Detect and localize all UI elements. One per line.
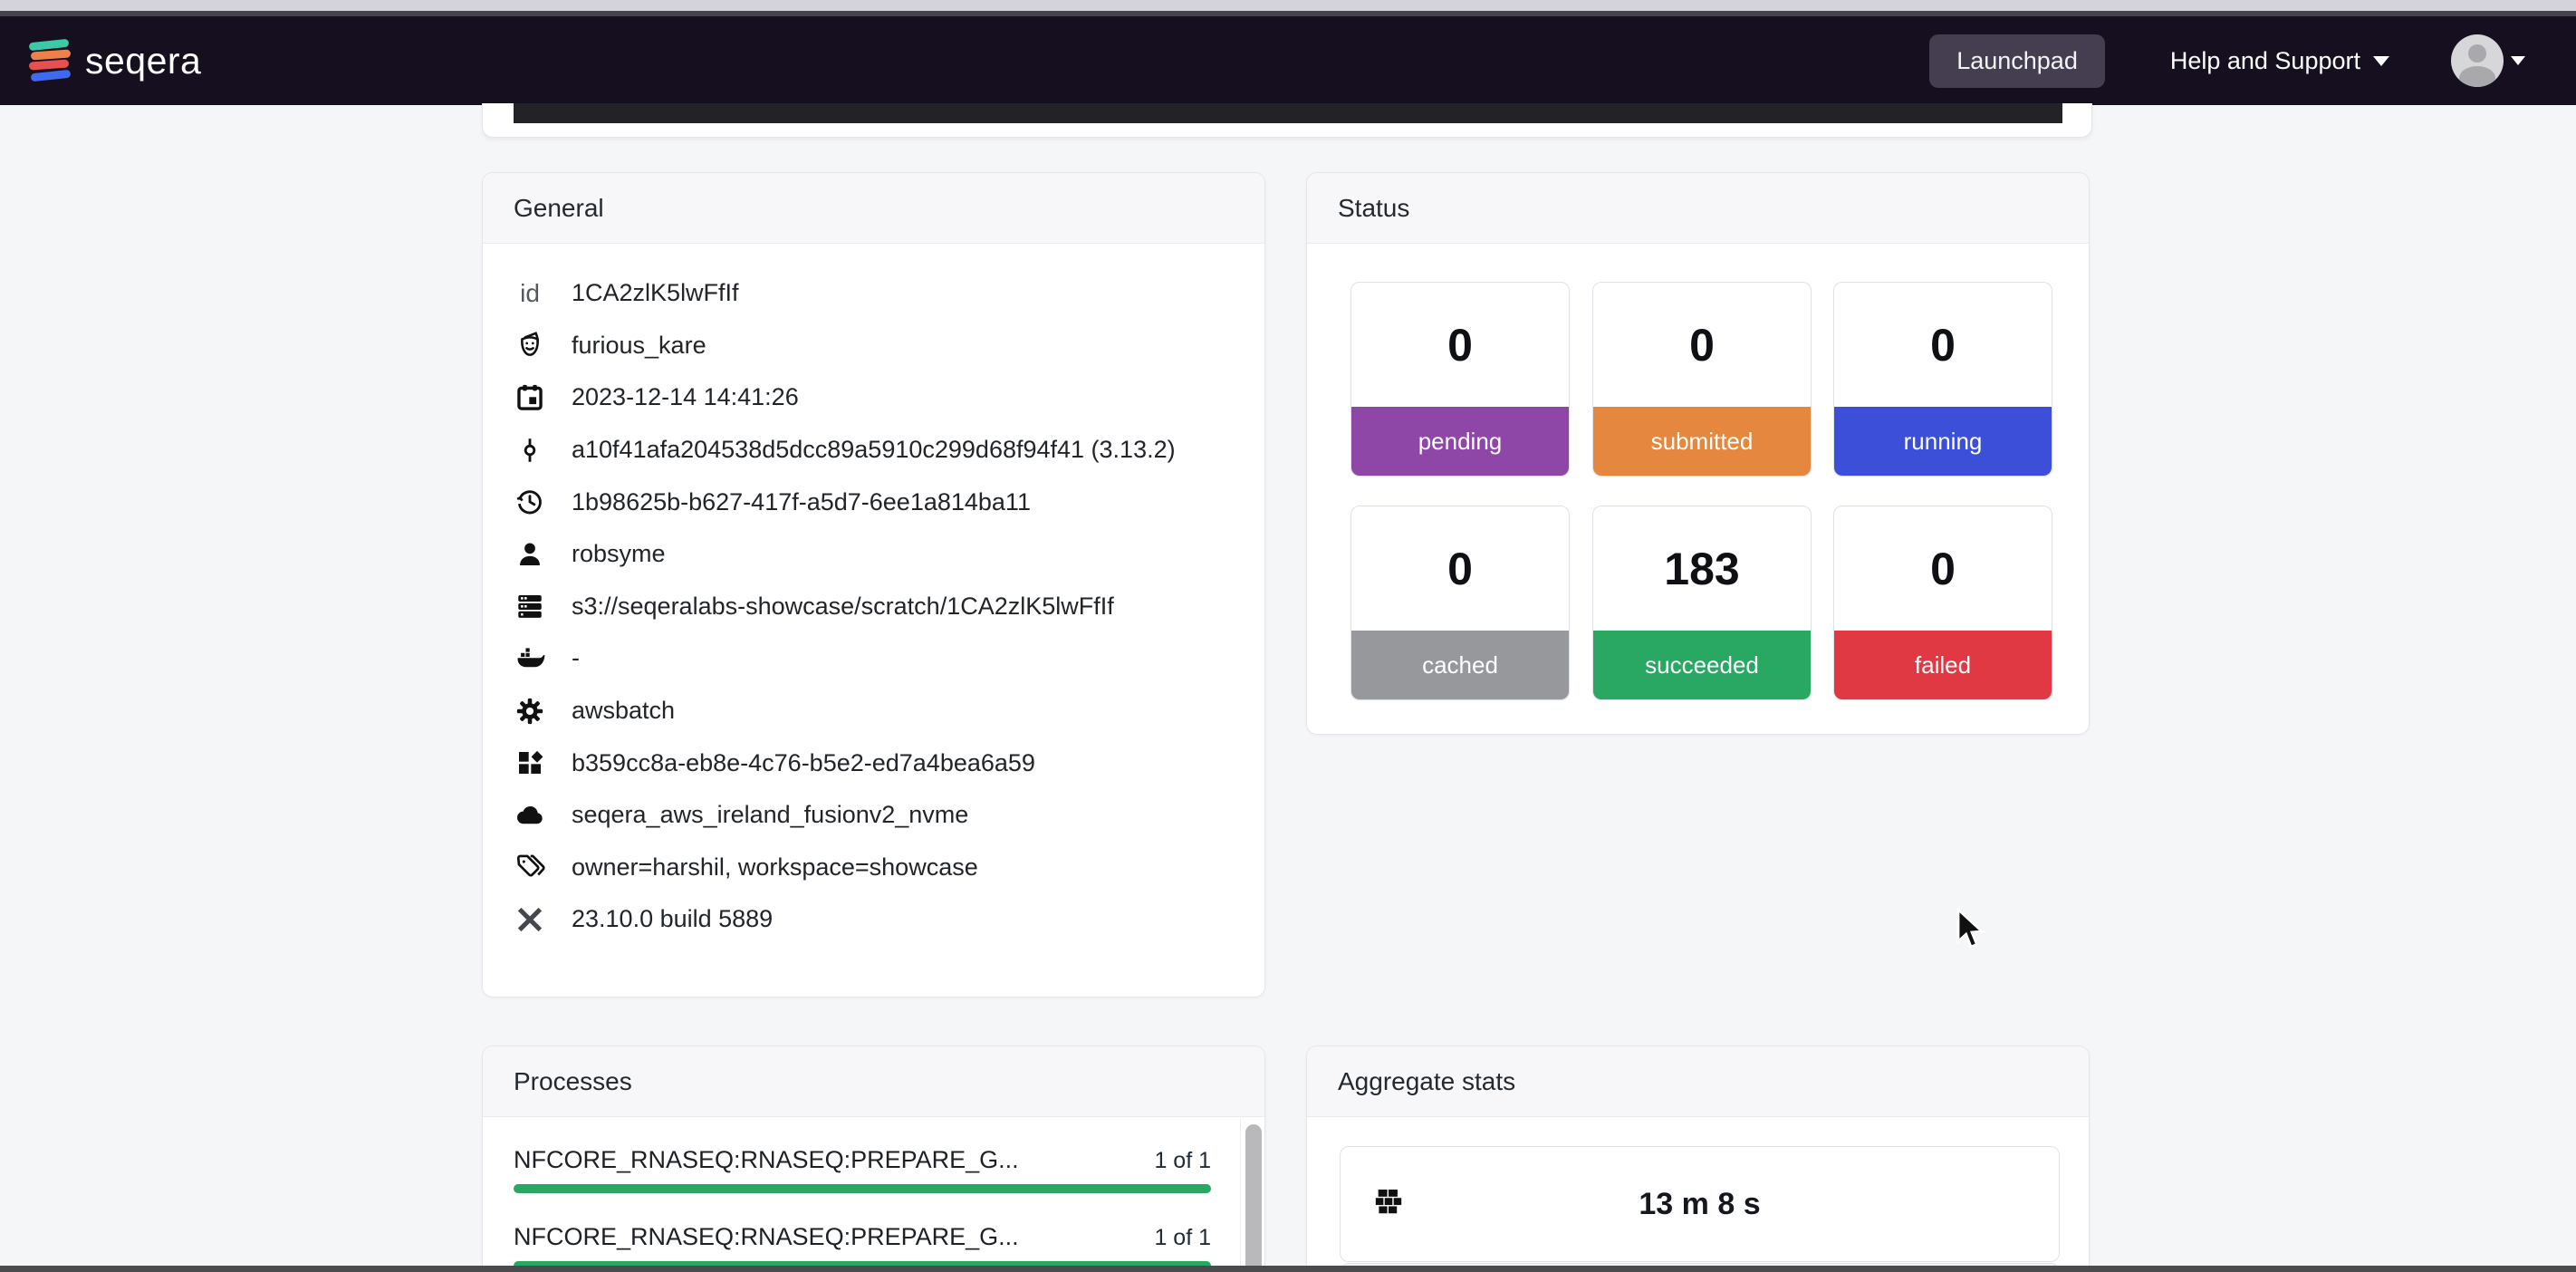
executor-value: awsbatch: [572, 697, 675, 725]
running-count: 0: [1834, 283, 2052, 407]
calendar-icon: [514, 382, 546, 413]
container-value: -: [572, 644, 580, 672]
general-row-workdir: s3://seqeralabs-showcase/scratch/1CA2zlK…: [483, 581, 1264, 633]
status-tile-running[interactable]: 0 running: [1833, 282, 2052, 477]
process-name: NFCORE_RNASEQ:RNASEQ:PREPARE_G...: [514, 1223, 1019, 1251]
gear-icon: [514, 696, 546, 727]
navbar-right: Launchpad Help and Support: [1929, 34, 2525, 88]
launchpad-button[interactable]: Launchpad: [1929, 34, 2105, 88]
general-row-executor: awsbatch: [483, 685, 1264, 737]
console-log-bar: [514, 103, 2062, 123]
aggregate-stats-card: Aggregate stats 13 m 8 s: [1306, 1046, 2090, 1272]
process-row[interactable]: NFCORE_RNASEQ:RNASEQ:PREPARE_G... 1 of 1: [514, 1223, 1211, 1270]
general-row-user: robsyme: [483, 528, 1264, 581]
masks-icon: [514, 329, 546, 361]
general-row-labels: owner=harshil, workspace=showcase: [483, 842, 1264, 894]
general-row-commit: a10f41afa204538d5dcc89a5910c299d68f94f41…: [483, 424, 1264, 477]
processes-scrollbar-thumb[interactable]: [1245, 1124, 1262, 1272]
general-row-start-date: 2023-12-14 14:41:26: [483, 371, 1264, 424]
processes-card: Processes NFCORE_RNASEQ:RNASEQ:PREPARE_G…: [482, 1046, 1265, 1272]
process-name: NFCORE_RNASEQ:RNASEQ:PREPARE_G...: [514, 1146, 1019, 1174]
status-tile-submitted[interactable]: 0 submitted: [1592, 282, 1812, 477]
cached-count: 0: [1351, 506, 1569, 631]
compute-env-icon: [514, 748, 546, 777]
status-tile-cached[interactable]: 0 cached: [1350, 506, 1570, 700]
user-icon: [514, 540, 546, 569]
cached-label: cached: [1351, 631, 1569, 699]
general-rows: id 1CA2zlK5lwFfIf furious_kare: [483, 244, 1264, 946]
pending-label: pending: [1351, 407, 1569, 476]
labels-value: owner=harshil, workspace=showcase: [572, 853, 978, 882]
process-row[interactable]: NFCORE_RNASEQ:RNASEQ:PREPARE_G... 1 of 1: [514, 1146, 1211, 1193]
aggregate-stats-header: Aggregate stats: [1307, 1046, 2089, 1117]
process-count: 1 of 1: [1154, 1225, 1211, 1251]
failed-count: 0: [1834, 506, 2052, 631]
processes-title: Processes: [514, 1067, 632, 1096]
compute-env-name-value: seqera_aws_ireland_fusionv2_nvme: [572, 801, 968, 829]
help-and-support-menu[interactable]: Help and Support: [2170, 47, 2389, 75]
avatar: [2451, 34, 2504, 87]
commit-icon: [514, 435, 546, 466]
seqera-logo[interactable]: seqera: [29, 39, 201, 82]
process-count: 1 of 1: [1154, 1148, 1211, 1174]
username-value: robsyme: [572, 540, 666, 568]
status-card: Status 0 pending 0 submitted 0 running 0…: [1306, 172, 2090, 735]
general-row-id: id 1CA2zlK5lwFfIf: [483, 267, 1264, 320]
server-icon: [514, 591, 546, 622]
walltime-stat-box: 13 m 8 s: [1340, 1146, 2060, 1262]
browser-chrome-strip: [0, 0, 2576, 11]
run-name-value: furious_kare: [572, 332, 706, 360]
commit-value: a10f41afa204538d5dcc89a5910c299d68f94f41…: [572, 436, 1176, 464]
aggregate-stats-title: Aggregate stats: [1338, 1067, 1515, 1096]
workdir-value: s3://seqeralabs-showcase/scratch/1CA2zlK…: [572, 593, 1114, 621]
general-row-session-id: 1b98625b-b627-417f-a5d7-6ee1a814ba11: [483, 476, 1264, 528]
brand-name: seqera: [85, 40, 201, 82]
cloud-icon: [514, 800, 546, 831]
mouse-cursor: [1956, 908, 1991, 953]
walltime-value: 13 m 8 s: [1341, 1147, 2059, 1261]
pending-count: 0: [1351, 283, 1569, 407]
processes-card-header: Processes: [483, 1046, 1264, 1117]
docker-icon: [514, 643, 546, 674]
submitted-label: submitted: [1593, 407, 1811, 476]
status-card-header: Status: [1307, 173, 2089, 244]
history-icon: [514, 487, 546, 517]
chevron-down-icon: [2511, 56, 2525, 65]
session-id-value: 1b98625b-b627-417f-a5d7-6ee1a814ba11: [572, 488, 1031, 516]
run-details-page: seqera Launchpad Help and Support Genera…: [0, 0, 2576, 1272]
seqera-logo-icon: [29, 39, 71, 82]
bottom-dark-bar: [0, 1266, 2576, 1272]
id-label: id: [514, 279, 546, 308]
top-navbar: seqera Launchpad Help and Support: [0, 16, 2576, 105]
help-and-support-label: Help and Support: [2170, 47, 2360, 75]
succeeded-label: succeeded: [1593, 631, 1811, 699]
nextflow-version-value: 23.10.0 build 5889: [572, 905, 773, 933]
general-row-container: -: [483, 632, 1264, 685]
general-card: General id 1CA2zlK5lwFfIf furious_kare: [482, 172, 1265, 997]
general-row-compute-env-name: seqera_aws_ireland_fusionv2_nvme: [483, 789, 1264, 842]
status-tile-pending[interactable]: 0 pending: [1350, 282, 1570, 477]
succeeded-count: 183: [1593, 506, 1811, 631]
status-tile-succeeded[interactable]: 183 succeeded: [1592, 506, 1812, 700]
failed-label: failed: [1834, 631, 2052, 699]
truncated-top-card: [482, 103, 2092, 138]
user-menu[interactable]: [2451, 34, 2525, 87]
nextflow-icon: [514, 904, 546, 935]
status-tile-failed[interactable]: 0 failed: [1833, 506, 2052, 700]
chevron-down-icon: [2373, 56, 2389, 66]
running-label: running: [1834, 407, 2052, 476]
general-row-nextflow-version: 23.10.0 build 5889: [483, 893, 1264, 946]
general-card-header: General: [483, 173, 1264, 244]
submitted-count: 0: [1593, 283, 1811, 407]
start-date-value: 2023-12-14 14:41:26: [572, 383, 799, 411]
tags-icon: [514, 852, 546, 882]
process-progress-bar: [514, 1184, 1211, 1193]
general-row-run-name: furious_kare: [483, 320, 1264, 372]
status-title: Status: [1338, 194, 1409, 223]
general-title: General: [514, 194, 604, 223]
workflow-id-value: 1CA2zlK5lwFfIf: [572, 279, 739, 307]
compute-env-id-value: b359cc8a-eb8e-4c76-b5e2-ed7a4bea6a59: [572, 749, 1035, 777]
general-row-compute-env-id: b359cc8a-eb8e-4c76-b5e2-ed7a4bea6a59: [483, 737, 1264, 789]
